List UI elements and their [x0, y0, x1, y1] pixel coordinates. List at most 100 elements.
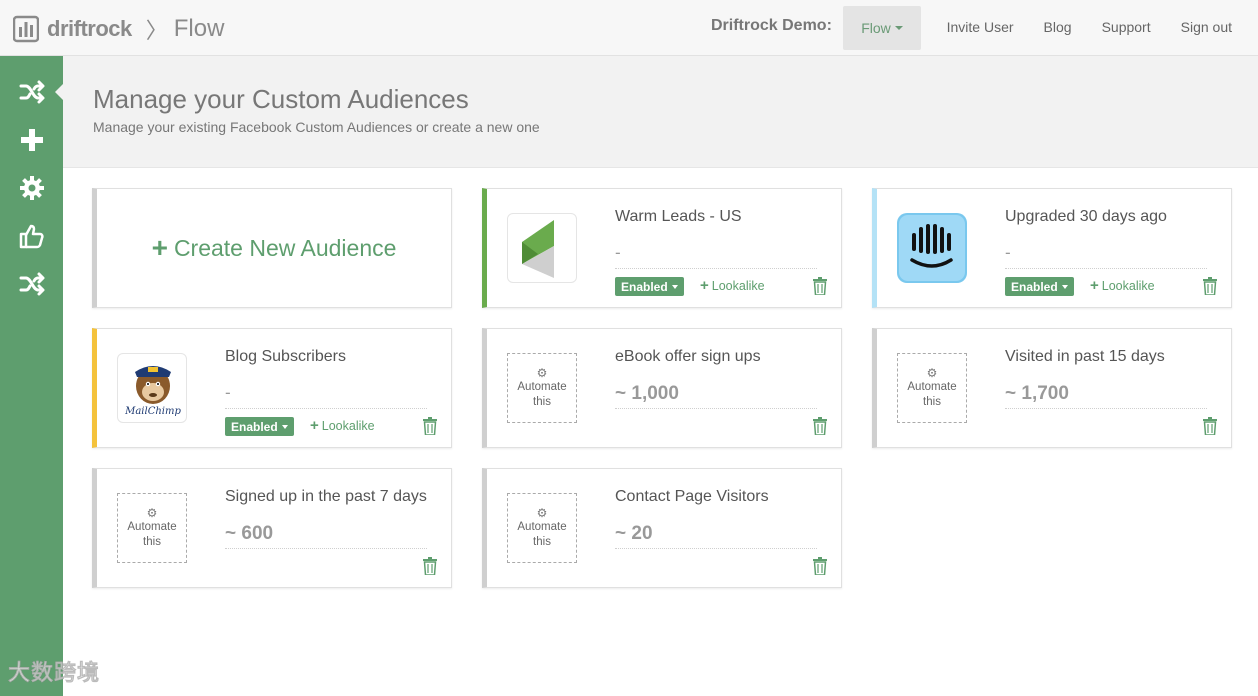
trash-icon[interactable]	[1203, 417, 1217, 435]
watermark: 大数跨境	[8, 660, 101, 686]
audience-size: -	[615, 243, 817, 269]
intercom-logo-icon	[897, 213, 967, 283]
lead-source-logo-icon	[507, 213, 577, 283]
invite-user-link[interactable]: Invite User	[947, 19, 1014, 35]
audience-card: ⚙ Automate this Contact Page Visitors ~ …	[482, 468, 842, 588]
sidebar	[0, 56, 63, 696]
mailchimp-wordmark: MailChimp	[124, 406, 181, 417]
status-dropdown[interactable]: Enabled	[615, 277, 684, 296]
trash-icon[interactable]	[423, 417, 437, 435]
sidebar-item-add[interactable]	[0, 120, 63, 160]
gear-icon: ⚙	[536, 365, 548, 380]
page-header: Manage your Custom Audiences Manage your…	[63, 56, 1258, 168]
driftrock-logo-icon	[13, 15, 39, 43]
trash-icon[interactable]	[1203, 277, 1217, 295]
audience-size: -	[225, 383, 427, 409]
audience-name: eBook offer sign ups	[615, 348, 761, 365]
automate-label-line2: this	[533, 535, 551, 548]
support-link[interactable]: Support	[1102, 19, 1151, 35]
automate-label: Automate	[517, 520, 567, 533]
page-title: Manage your Custom Audiences	[93, 84, 469, 114]
audience-card: Warm Leads - US - Enabled + Lookalike	[482, 188, 842, 308]
shuffle-icon	[19, 80, 44, 104]
sidebar-item-shuffle[interactable]	[0, 264, 63, 304]
audience-name: Contact Page Visitors	[615, 488, 769, 505]
caret-down-icon	[1061, 284, 1068, 289]
audience-card: MailChimp Blog Subscribers - Enabled + Lo…	[92, 328, 452, 448]
lookalike-button[interactable]: + Lookalike	[310, 418, 375, 433]
trash-icon[interactable]	[423, 557, 437, 575]
gear-icon: ⚙	[536, 505, 548, 520]
audience-size: -	[1005, 243, 1207, 269]
lookalike-button[interactable]: + Lookalike	[700, 278, 765, 293]
status-label: Enabled	[621, 279, 668, 294]
status-label: Enabled	[1011, 279, 1058, 294]
automate-button[interactable]: ⚙ Automate this	[507, 353, 577, 423]
status-dropdown[interactable]: Enabled	[1005, 277, 1074, 296]
audience-name: Signed up in the past 7 days	[225, 488, 427, 505]
trash-icon[interactable]	[813, 417, 827, 435]
sidebar-item-flow[interactable]	[0, 72, 63, 112]
create-audience-card[interactable]: + Create New Audience	[92, 188, 452, 308]
breadcrumb-section: Flow	[173, 15, 225, 42]
automate-button[interactable]: ⚙ Automate this	[897, 353, 967, 423]
breadcrumb-separator: 〉	[145, 18, 168, 43]
audience-size: ~ 1,000	[615, 383, 817, 409]
lookalike-label: Lookalike	[1101, 278, 1155, 293]
audience-card: ⚙ Automate this Visited in past 15 days …	[872, 328, 1232, 448]
plus-icon: +	[1090, 277, 1099, 294]
account-dropdown[interactable]: Flow	[843, 6, 921, 50]
caret-down-icon	[671, 284, 678, 289]
automate-label-line2: this	[923, 395, 941, 408]
audience-size: ~ 20	[615, 523, 817, 549]
automate-label: Automate	[517, 380, 567, 393]
audience-card: ⚙ Automate this eBook offer sign ups ~ 1…	[482, 328, 842, 448]
automate-label: Automate	[127, 520, 177, 533]
automate-label-line2: this	[533, 395, 551, 408]
gear-icon: ⚙	[146, 505, 158, 520]
lookalike-label: Lookalike	[711, 278, 765, 293]
caret-down-icon	[894, 26, 903, 30]
gear-icon	[19, 176, 44, 200]
mailchimp-logo-icon: MailChimp	[117, 353, 187, 423]
blog-link[interactable]: Blog	[1044, 19, 1072, 35]
plus-icon	[20, 129, 43, 151]
active-indicator	[55, 84, 63, 100]
trash-icon[interactable]	[813, 277, 827, 295]
lookalike-label: Lookalike	[321, 418, 375, 433]
brand-name: driftrock	[47, 16, 132, 41]
status-dropdown[interactable]: Enabled	[225, 417, 294, 436]
audience-size: ~ 1,700	[1005, 383, 1207, 409]
sign-out-link[interactable]: Sign out	[1181, 19, 1232, 35]
shuffle-icon	[19, 272, 44, 296]
trash-icon[interactable]	[813, 557, 827, 575]
top-bar: driftrock 〉 Flow Driftrock Demo: Flow In…	[0, 0, 1258, 56]
audience-name: Upgraded 30 days ago	[1005, 208, 1167, 225]
lookalike-button[interactable]: + Lookalike	[1090, 278, 1155, 293]
account-dropdown-label: Flow	[861, 20, 891, 36]
account-label: Driftrock Demo:	[711, 17, 832, 34]
automate-label-line2: this	[143, 535, 161, 548]
gear-icon: ⚙	[926, 365, 938, 380]
plus-icon: +	[310, 417, 319, 434]
audience-size: ~ 600	[225, 523, 427, 549]
brand[interactable]: driftrock 〉 Flow	[13, 13, 224, 45]
audience-card: Upgraded 30 days ago - Enabled + Lookalik…	[872, 188, 1232, 308]
sidebar-item-likes[interactable]	[0, 216, 63, 256]
thumbs-up-icon	[19, 224, 44, 249]
audience-name: Blog Subscribers	[225, 348, 346, 365]
automate-button[interactable]: ⚙ Automate this	[507, 493, 577, 563]
automate-label: Automate	[907, 380, 957, 393]
create-audience-button[interactable]: + Create New Audience	[152, 234, 397, 262]
plus-icon: +	[700, 277, 709, 294]
status-label: Enabled	[231, 419, 278, 434]
page-subtitle: Manage your existing Facebook Custom Aud…	[93, 119, 540, 135]
top-nav: Invite User Blog Support Sign out	[947, 19, 1232, 35]
audience-name: Warm Leads - US	[615, 208, 742, 225]
automate-button[interactable]: ⚙ Automate this	[117, 493, 187, 563]
sidebar-item-settings[interactable]	[0, 168, 63, 208]
audience-card: ⚙ Automate this Signed up in the past 7 …	[92, 468, 452, 588]
caret-down-icon	[281, 424, 288, 429]
audience-name: Visited in past 15 days	[1005, 348, 1165, 365]
plus-icon: +	[151, 232, 168, 263]
